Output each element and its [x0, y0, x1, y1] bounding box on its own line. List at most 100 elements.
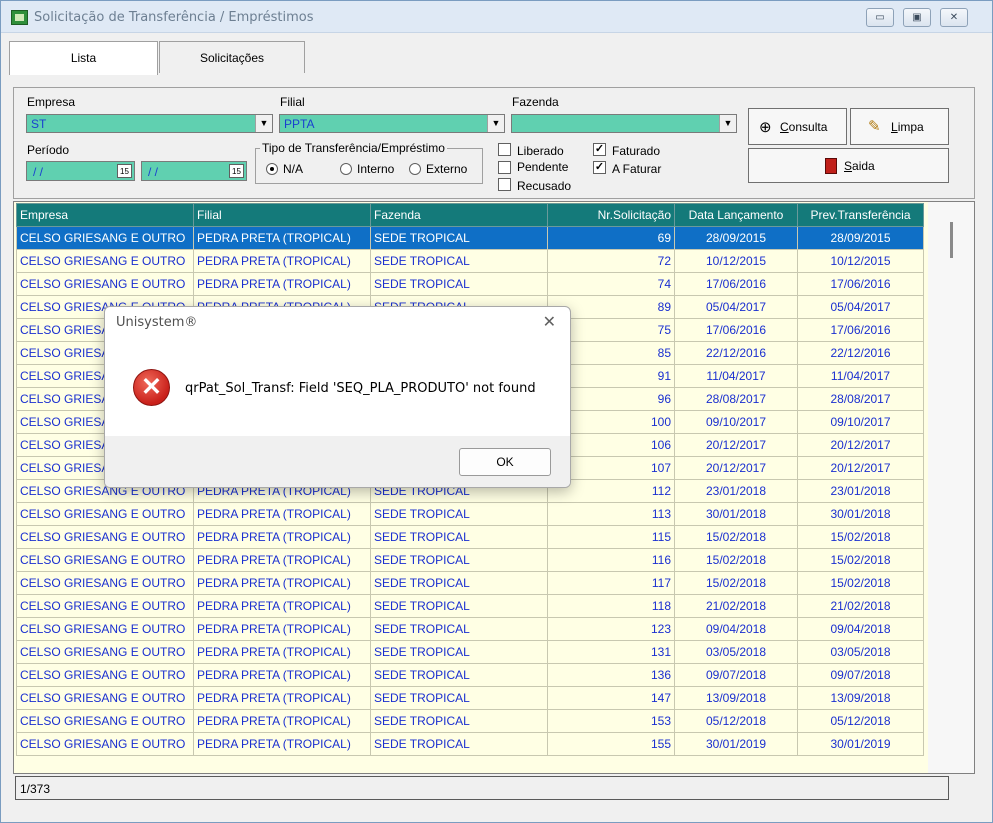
cell-prev-transferencia[interactable]: 15/02/2018	[797, 571, 924, 595]
cell-prev-transferencia[interactable]: 23/01/2018	[797, 479, 924, 503]
cell-nr-solicitacao[interactable]: 131	[547, 640, 675, 664]
cell-nr-solicitacao[interactable]: 117	[547, 571, 675, 595]
cell-data-lancamento[interactable]: 28/09/2015	[674, 226, 798, 250]
cell-filial[interactable]: PEDRA PRETA (TROPICAL)	[193, 249, 371, 273]
cell-prev-transferencia[interactable]: 17/06/2016	[797, 272, 924, 296]
cell-prev-transferencia[interactable]: 13/09/2018	[797, 686, 924, 710]
cell-nr-solicitacao[interactable]: 115	[547, 525, 675, 549]
cell-data-lancamento[interactable]: 10/12/2015	[674, 249, 798, 273]
tab-lista[interactable]: Lista	[9, 41, 158, 75]
cell-fazenda[interactable]: SEDE TROPICAL	[370, 663, 548, 687]
tab-solicitacoes[interactable]: Solicitações	[159, 41, 305, 73]
cell-prev-transferencia[interactable]: 28/09/2015	[797, 226, 924, 250]
date-from-field[interactable]: / / 15	[26, 161, 135, 181]
cell-prev-transferencia[interactable]: 09/04/2018	[797, 617, 924, 641]
cell-data-lancamento[interactable]: 13/09/2018	[674, 686, 798, 710]
col-header-prev-transferencia[interactable]: Prev.Transferência	[797, 203, 924, 227]
cell-prev-transferencia[interactable]: 11/04/2017	[797, 364, 924, 388]
cell-prev-transferencia[interactable]: 28/08/2017	[797, 387, 924, 411]
cell-prev-transferencia[interactable]: 03/05/2018	[797, 640, 924, 664]
cell-data-lancamento[interactable]: 09/10/2017	[674, 410, 798, 434]
table-row[interactable]: CELSO GRIESANG E OUTROPEDRA PRETA (TROPI…	[16, 502, 924, 526]
cell-filial[interactable]: PEDRA PRETA (TROPICAL)	[193, 732, 371, 756]
cell-data-lancamento[interactable]: 21/02/2018	[674, 594, 798, 618]
cell-fazenda[interactable]: SEDE TROPICAL	[370, 617, 548, 641]
cell-nr-solicitacao[interactable]: 116	[547, 548, 675, 572]
cell-prev-transferencia[interactable]: 21/02/2018	[797, 594, 924, 618]
filial-combo[interactable]: PPTA ▼	[279, 114, 505, 133]
cell-prev-transferencia[interactable]: 20/12/2017	[797, 456, 924, 480]
cell-filial[interactable]: PEDRA PRETA (TROPICAL)	[193, 571, 371, 595]
cell-data-lancamento[interactable]: 28/08/2017	[674, 387, 798, 411]
col-header-data-lancamento[interactable]: Data Lançamento	[674, 203, 798, 227]
cell-fazenda[interactable]: SEDE TROPICAL	[370, 686, 548, 710]
cell-fazenda[interactable]: SEDE TROPICAL	[370, 502, 548, 526]
cell-filial[interactable]: PEDRA PRETA (TROPICAL)	[193, 594, 371, 618]
cell-empresa[interactable]: CELSO GRIESANG E OUTRO	[16, 709, 194, 733]
table-row[interactable]: CELSO GRIESANG E OUTROPEDRA PRETA (TROPI…	[16, 663, 924, 687]
cell-prev-transferencia[interactable]: 20/12/2017	[797, 433, 924, 457]
cell-filial[interactable]: PEDRA PRETA (TROPICAL)	[193, 272, 371, 296]
cell-data-lancamento[interactable]: 11/04/2017	[674, 364, 798, 388]
ok-button[interactable]: OK	[459, 448, 551, 476]
cell-data-lancamento[interactable]: 15/02/2018	[674, 525, 798, 549]
cell-nr-solicitacao[interactable]: 155	[547, 732, 675, 756]
cell-filial[interactable]: PEDRA PRETA (TROPICAL)	[193, 640, 371, 664]
limpa-button[interactable]: ✎ Limpa	[850, 108, 949, 145]
chevron-down-icon[interactable]: ▼	[487, 115, 504, 132]
cell-nr-solicitacao[interactable]: 69	[547, 226, 675, 250]
cell-filial[interactable]: PEDRA PRETA (TROPICAL)	[193, 686, 371, 710]
cell-fazenda[interactable]: SEDE TROPICAL	[370, 709, 548, 733]
cell-data-lancamento[interactable]: 30/01/2018	[674, 502, 798, 526]
cell-fazenda[interactable]: SEDE TROPICAL	[370, 548, 548, 572]
cell-filial[interactable]: PEDRA PRETA (TROPICAL)	[193, 617, 371, 641]
cell-prev-transferencia[interactable]: 15/02/2018	[797, 548, 924, 572]
cell-data-lancamento[interactable]: 03/05/2018	[674, 640, 798, 664]
col-header-fazenda[interactable]: Fazenda	[370, 203, 548, 227]
cell-prev-transferencia[interactable]: 05/04/2017	[797, 295, 924, 319]
table-row[interactable]: CELSO GRIESANG E OUTROPEDRA PRETA (TROPI…	[16, 686, 924, 710]
cell-nr-solicitacao[interactable]: 113	[547, 502, 675, 526]
cell-filial[interactable]: PEDRA PRETA (TROPICAL)	[193, 709, 371, 733]
check-recusado[interactable]	[498, 178, 511, 191]
table-row[interactable]: CELSO GRIESANG E OUTROPEDRA PRETA (TROPI…	[16, 640, 924, 664]
cell-nr-solicitacao[interactable]: 153	[547, 709, 675, 733]
cell-prev-transferencia[interactable]: 10/12/2015	[797, 249, 924, 273]
cell-data-lancamento[interactable]: 15/02/2018	[674, 571, 798, 595]
cell-prev-transferencia[interactable]: 22/12/2016	[797, 341, 924, 365]
cell-nr-solicitacao[interactable]: 147	[547, 686, 675, 710]
cell-empresa[interactable]: CELSO GRIESANG E OUTRO	[16, 594, 194, 618]
date-to-field[interactable]: / / 15	[141, 161, 247, 181]
maximize-button[interactable]: ▣	[903, 8, 931, 27]
check-pendente[interactable]	[498, 161, 511, 174]
cell-empresa[interactable]: CELSO GRIESANG E OUTRO	[16, 732, 194, 756]
cell-filial[interactable]: PEDRA PRETA (TROPICAL)	[193, 525, 371, 549]
table-row[interactable]: CELSO GRIESANG E OUTROPEDRA PRETA (TROPI…	[16, 617, 924, 641]
cell-filial[interactable]: PEDRA PRETA (TROPICAL)	[193, 502, 371, 526]
table-row[interactable]: CELSO GRIESANG E OUTROPEDRA PRETA (TROPI…	[16, 594, 924, 618]
calendar-icon[interactable]: 15	[117, 164, 132, 178]
cell-prev-transferencia[interactable]: 30/01/2018	[797, 502, 924, 526]
col-header-filial[interactable]: Filial	[193, 203, 371, 227]
cell-data-lancamento[interactable]: 15/02/2018	[674, 548, 798, 572]
cell-prev-transferencia[interactable]: 09/10/2017	[797, 410, 924, 434]
check-faturado[interactable]: ✓	[593, 143, 606, 156]
cell-empresa[interactable]: CELSO GRIESANG E OUTRO	[16, 571, 194, 595]
radio-interno[interactable]	[340, 163, 352, 175]
cell-nr-solicitacao[interactable]: 136	[547, 663, 675, 687]
cell-empresa[interactable]: CELSO GRIESANG E OUTRO	[16, 502, 194, 526]
cell-empresa[interactable]: CELSO GRIESANG E OUTRO	[16, 640, 194, 664]
cell-filial[interactable]: PEDRA PRETA (TROPICAL)	[193, 226, 371, 250]
cell-nr-solicitacao[interactable]: 72	[547, 249, 675, 273]
cell-fazenda[interactable]: SEDE TROPICAL	[370, 732, 548, 756]
cell-prev-transferencia[interactable]: 05/12/2018	[797, 709, 924, 733]
cell-data-lancamento[interactable]: 09/04/2018	[674, 617, 798, 641]
chevron-down-icon[interactable]: ▼	[255, 115, 272, 132]
scroll-thumb[interactable]	[950, 222, 953, 258]
table-row[interactable]: CELSO GRIESANG E OUTROPEDRA PRETA (TROPI…	[16, 272, 924, 296]
table-row[interactable]: CELSO GRIESANG E OUTROPEDRA PRETA (TROPI…	[16, 571, 924, 595]
cell-empresa[interactable]: CELSO GRIESANG E OUTRO	[16, 525, 194, 549]
cell-fazenda[interactable]: SEDE TROPICAL	[370, 594, 548, 618]
cell-filial[interactable]: PEDRA PRETA (TROPICAL)	[193, 663, 371, 687]
cell-data-lancamento[interactable]: 05/12/2018	[674, 709, 798, 733]
